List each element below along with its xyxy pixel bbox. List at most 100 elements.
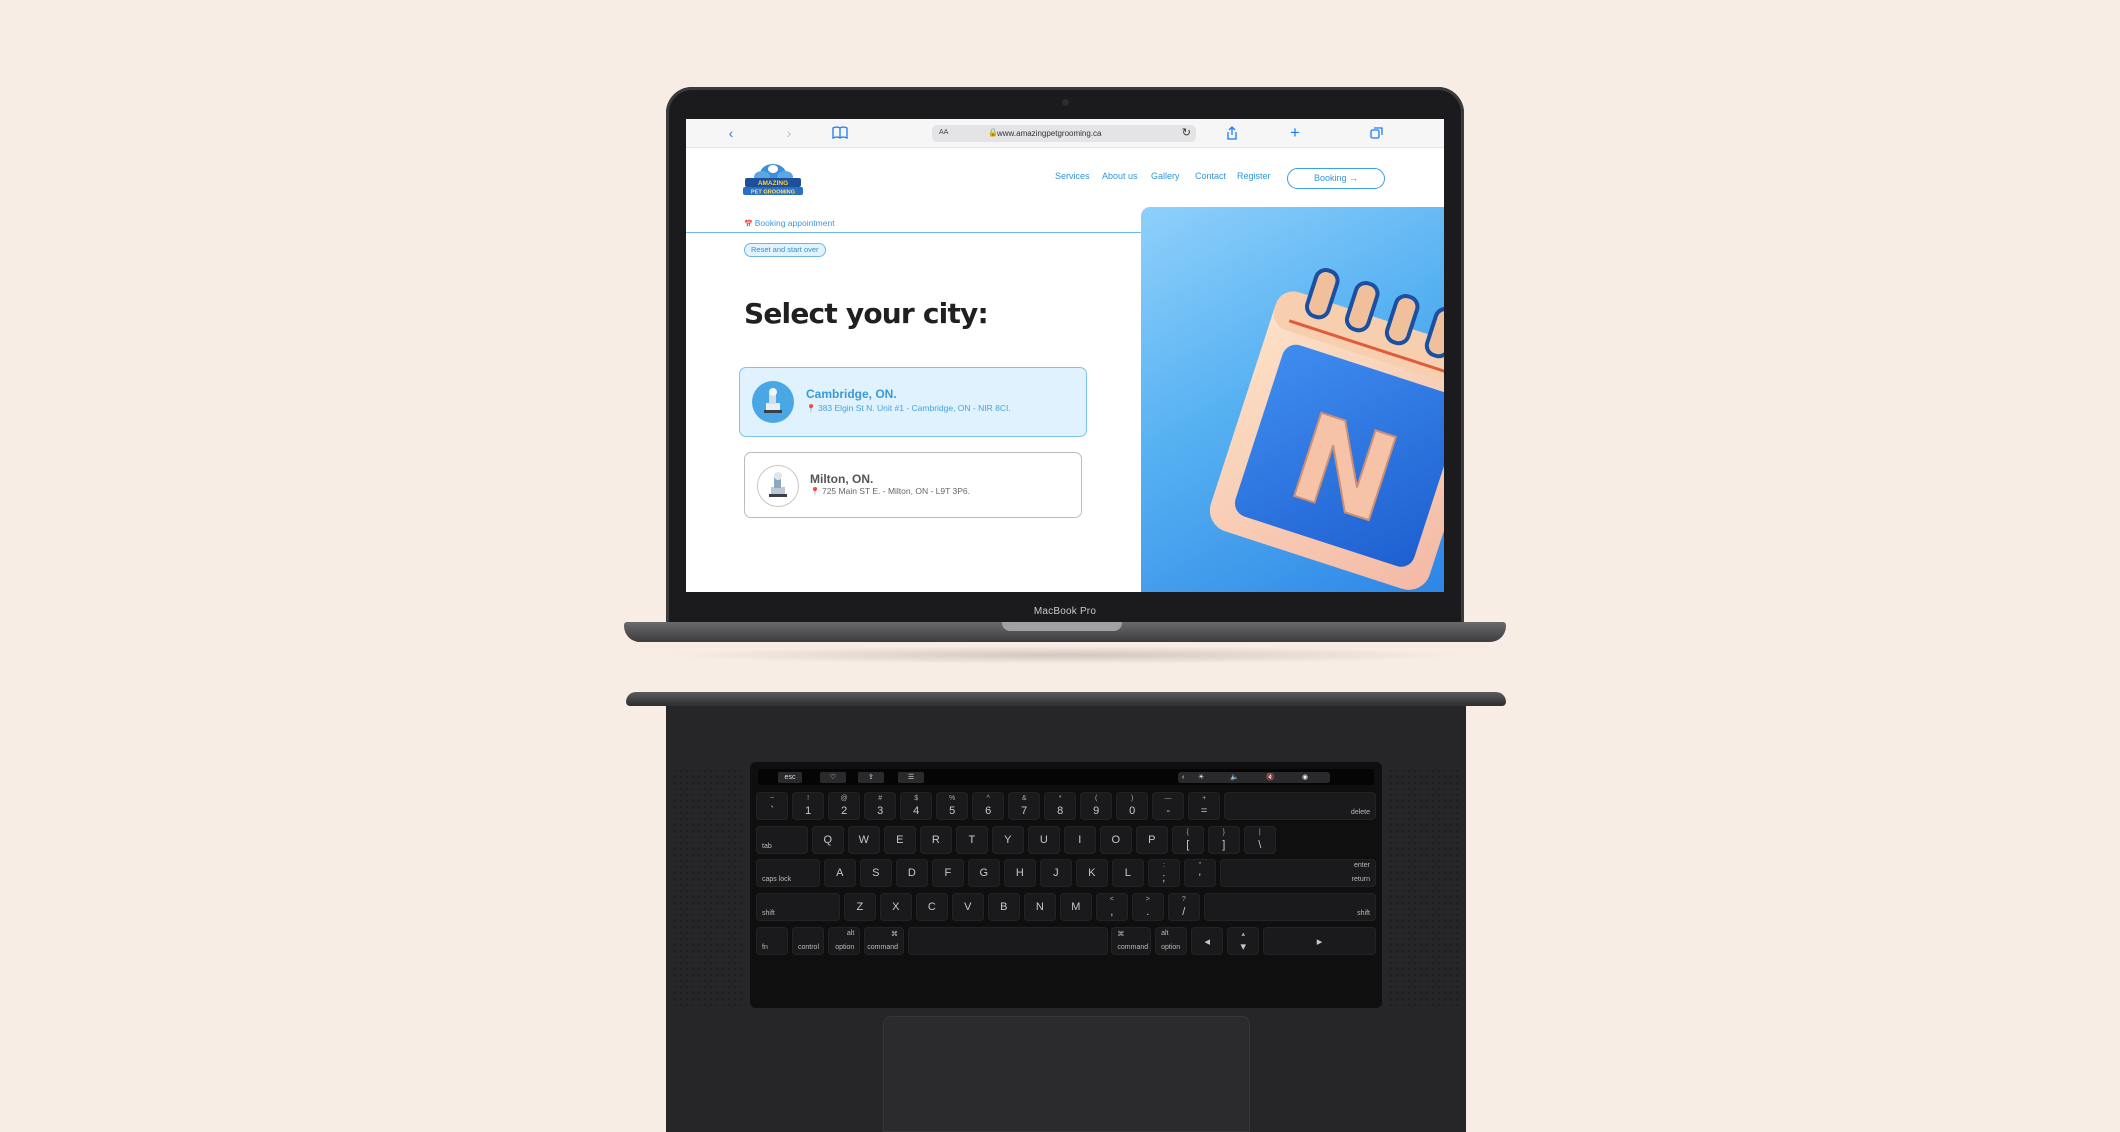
option-key[interactable]: option alt — [828, 926, 861, 955]
key-bracket[interactable]: }] — [1207, 825, 1240, 854]
address-bar[interactable]: AA 🔒 www.amazingpetgrooming.ca ↻ — [932, 125, 1196, 142]
key-8[interactable]: * 8 — [1044, 792, 1077, 820]
collapse-icon[interactable]: ‹ — [1182, 772, 1184, 783]
key-o[interactable]: O — [1099, 825, 1132, 854]
key-`[interactable]: ~ ` — [756, 792, 789, 820]
key-bracket[interactable]: {[ — [1171, 825, 1204, 854]
arrow-up-down-key[interactable]: ▴ ▾ — [1227, 926, 1260, 955]
return-key[interactable]: return enter — [1219, 859, 1376, 888]
key-1[interactable]: ! 1 — [792, 792, 825, 820]
space-bar[interactable] — [907, 926, 1108, 955]
favorite-icon[interactable]: ♡ — [820, 772, 846, 783]
key-x[interactable]: X — [879, 893, 912, 922]
key-j[interactable]: J — [1039, 859, 1072, 888]
nav-contact[interactable]: Contact — [1195, 171, 1226, 181]
caps-lock-key[interactable]: caps lock — [756, 859, 820, 888]
esc-key[interactable]: esc — [778, 772, 802, 783]
siri-icon[interactable]: ◉ — [1302, 772, 1308, 783]
key-f[interactable]: F — [931, 859, 964, 888]
key-s[interactable]: S — [859, 859, 892, 888]
back-icon[interactable]: ‹ — [722, 123, 740, 143]
arrow-left-key[interactable]: ◂ — [1191, 926, 1224, 955]
key-t[interactable]: T — [955, 825, 988, 854]
key-6[interactable]: ^ 6 — [972, 792, 1005, 820]
key-punct[interactable]: <, — [1095, 893, 1128, 922]
bookmarks-icon[interactable] — [831, 123, 849, 143]
deck-edge — [626, 692, 1506, 706]
breadcrumb-divider — [686, 232, 1142, 233]
key-u[interactable]: U — [1027, 825, 1060, 854]
key-7[interactable]: & 7 — [1008, 792, 1041, 820]
tabs-overview-icon[interactable] — [1368, 123, 1386, 143]
key-punct[interactable]: " ' — [1183, 859, 1216, 888]
brightness-icon[interactable]: ☀ — [1198, 772, 1204, 783]
key-5[interactable]: % 5 — [936, 792, 969, 820]
key-r[interactable]: R — [919, 825, 952, 854]
forward-icon[interactable]: › — [780, 123, 798, 143]
key-4[interactable]: $4 — [900, 792, 933, 820]
key-i[interactable]: I — [1063, 825, 1096, 854]
option-key[interactable]: option alt — [1155, 926, 1188, 955]
key-n[interactable]: N — [1023, 893, 1056, 922]
delete-key[interactable]: delete — [1224, 792, 1376, 820]
key--[interactable]: — - — [1152, 792, 1185, 820]
key-punct[interactable]: :; — [1147, 859, 1180, 888]
city-card-milton[interactable]: Milton, ON. 📍 725 Main ST E. - Milton, ON… — [744, 452, 1082, 518]
command-key[interactable]: command ⌘ — [1111, 926, 1152, 955]
key-3[interactable]: #3 — [864, 792, 897, 820]
control-strip[interactable]: ‹ ☀ 🔈 🔇 ◉ — [1178, 772, 1330, 783]
key-v[interactable]: V — [951, 893, 984, 922]
key-h[interactable]: H — [1003, 859, 1036, 888]
key-z[interactable]: Z — [843, 893, 876, 922]
settings-touch-icon[interactable]: ☰ — [898, 772, 924, 783]
site-logo[interactable]: AMAZING PET GROOMING — [742, 161, 804, 197]
key-e[interactable]: E — [883, 825, 916, 854]
new-tab-icon[interactable]: + — [1286, 123, 1304, 143]
key-d[interactable]: D — [895, 859, 928, 888]
key-c[interactable]: C — [915, 893, 948, 922]
hinge-notch — [1002, 622, 1122, 631]
key-punct[interactable]: ? / — [1167, 893, 1200, 922]
mute-icon[interactable]: 🔇 — [1266, 772, 1275, 783]
key-punct[interactable]: >. — [1131, 893, 1164, 922]
key-y[interactable]: Y — [991, 825, 1024, 854]
nav-about-us[interactable]: About us — [1102, 171, 1138, 181]
key-a[interactable]: A — [823, 859, 856, 888]
key-bracket[interactable]: | \ — [1243, 825, 1276, 854]
logo-text-line2: PET GROOMING — [751, 190, 795, 196]
reset-button[interactable]: Reset and start over — [744, 243, 826, 257]
touch-bar[interactable]: esc ♡ ⇪ ☰ ‹ ☀ 🔈 🔇 ◉ — [758, 769, 1374, 785]
camera-dot — [1062, 99, 1069, 106]
key-m[interactable]: M — [1059, 893, 1092, 922]
trackpad[interactable] — [883, 1016, 1250, 1132]
right-shift-key[interactable]: shift — [1203, 893, 1376, 922]
key-k[interactable]: K — [1075, 859, 1108, 888]
key-2[interactable]: @2 — [828, 792, 861, 820]
city-card-cambridge[interactable]: Cambridge, ON. 📍 383 Elgin St N. Unit #1 … — [739, 367, 1087, 437]
laptop-hinge — [624, 622, 1506, 642]
key-0[interactable]: ) 0 — [1116, 792, 1149, 820]
key-b[interactable]: B — [987, 893, 1020, 922]
share-touch-icon[interactable]: ⇪ — [858, 772, 884, 783]
command-key[interactable]: command ⌘ — [864, 926, 904, 955]
reload-icon[interactable]: ↻ — [1182, 126, 1191, 139]
nav-register[interactable]: Register — [1237, 171, 1271, 181]
key-w[interactable]: W — [847, 825, 880, 854]
share-icon[interactable] — [1223, 123, 1241, 143]
reader-aa-button[interactable]: AA — [939, 129, 948, 136]
volume-icon[interactable]: 🔈 — [1230, 772, 1239, 783]
fn-key[interactable]: fn — [756, 926, 789, 955]
booking-button[interactable]: Booking → — [1287, 168, 1385, 189]
nav-services[interactable]: Services — [1055, 171, 1090, 181]
key-l[interactable]: L — [1111, 859, 1144, 888]
key-p[interactable]: P — [1135, 825, 1168, 854]
key-g[interactable]: G — [967, 859, 1000, 888]
key-q[interactable]: Q — [811, 825, 844, 854]
key-9[interactable]: (9 — [1080, 792, 1113, 820]
left-shift-key[interactable]: shift — [756, 893, 840, 922]
arrow-right-key[interactable]: ▸ — [1263, 926, 1376, 955]
nav-gallery[interactable]: Gallery — [1151, 171, 1180, 181]
control-key[interactable]: control — [792, 926, 825, 955]
key-=[interactable]: + = — [1188, 792, 1221, 820]
tab-key[interactable]: tab — [756, 825, 808, 854]
